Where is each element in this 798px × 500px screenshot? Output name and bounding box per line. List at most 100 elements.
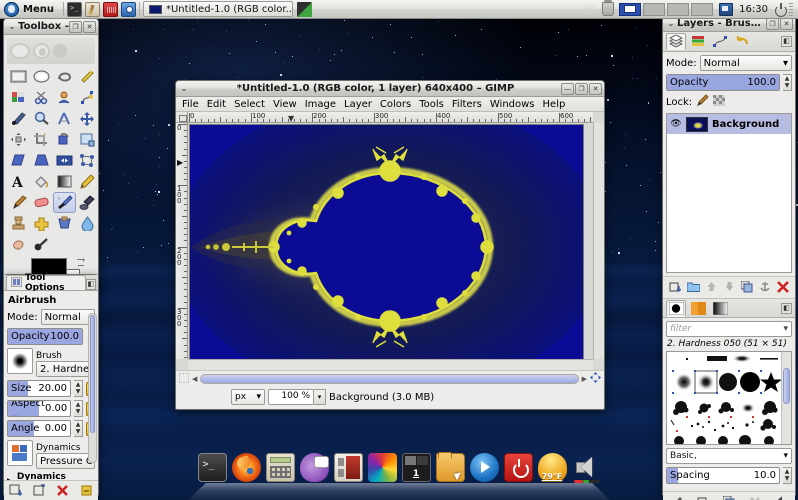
- weather-widget[interactable]: 79°F: [537, 453, 567, 482]
- image-window-menu-arrow-icon[interactable]: ⌄: [178, 84, 190, 93]
- power-icon[interactable]: [774, 2, 787, 17]
- pencil-tool[interactable]: [76, 171, 99, 192]
- panel-grip[interactable]: [789, 2, 793, 16]
- vertical-ruler[interactable]: 0 1 0 0 2 0 0 3 0 0 ▶: [176, 123, 188, 359]
- bucket-fill-tool[interactable]: [30, 171, 53, 192]
- lock-pixels-button[interactable]: [695, 94, 709, 110]
- ruler-origin-button[interactable]: [176, 112, 188, 123]
- perspective-clone-tool[interactable]: [53, 213, 76, 234]
- gimp-tray-icon[interactable]: [296, 1, 312, 17]
- patterns-tab[interactable]: [688, 300, 708, 317]
- brush-tag-select[interactable]: Basic, ▾: [666, 448, 792, 464]
- main-menu-button[interactable]: Menu: [0, 0, 60, 19]
- delete-brush-button[interactable]: [748, 494, 763, 500]
- channels-tab[interactable]: [688, 33, 708, 50]
- right-dock-menu-arrow-icon[interactable]: ⌄: [665, 19, 677, 28]
- calculator-launcher[interactable]: [265, 453, 295, 482]
- brush-preview[interactable]: [7, 348, 33, 374]
- measure-tool[interactable]: [53, 108, 76, 129]
- zoom-tool[interactable]: [30, 108, 53, 129]
- horizontal-ruler[interactable]: 0 100 200 300 400 500 600 ▼: [188, 112, 593, 123]
- menu-view[interactable]: View: [269, 98, 301, 111]
- refresh-brushes-button[interactable]: [774, 494, 789, 500]
- brush-select[interactable]: 2. Hardness (: [36, 361, 95, 377]
- paths-tab[interactable]: [710, 33, 730, 50]
- image-window-titlebar[interactable]: ⌄ *Untitled-1.0 (RGB color, 1 layer) 640…: [176, 81, 604, 97]
- terminal-launcher[interactable]: [197, 453, 227, 482]
- dodge-burn-tool[interactable]: [30, 234, 53, 255]
- brush-filter-input[interactable]: filter ▾: [666, 321, 792, 337]
- rect-select-tool[interactable]: [7, 66, 30, 87]
- smudge-tool[interactable]: [7, 234, 30, 255]
- restore-tool-preset-button[interactable]: [32, 483, 47, 498]
- clone-tool[interactable]: [7, 213, 30, 234]
- ellipse-select-tool[interactable]: [30, 66, 53, 87]
- menu-help[interactable]: Help: [539, 98, 570, 111]
- trash-icon[interactable]: [602, 0, 615, 16]
- tool-options-menu-button[interactable]: ◧: [85, 279, 96, 290]
- swap-colors-button[interactable]: [75, 257, 86, 268]
- airbrush-tool[interactable]: [53, 192, 76, 213]
- gradient-tool[interactable]: [53, 171, 76, 192]
- scroll-left-arrow-icon[interactable]: ◀: [192, 375, 197, 383]
- flip-tool[interactable]: [53, 150, 76, 171]
- blur-sharpen-tool[interactable]: [76, 213, 99, 234]
- dynamics-select[interactable]: Pressure Opa: [36, 453, 95, 469]
- dynamics-options-expander[interactable]: ▶ Dynamics Options ▼: [7, 472, 95, 480]
- layers-menu-button[interactable]: ◧: [781, 36, 792, 47]
- delete-layer-button[interactable]: [776, 279, 791, 294]
- zoom-chevron-down-icon[interactable]: ▾: [314, 389, 326, 405]
- menu-edit[interactable]: Edit: [203, 98, 230, 111]
- menu-layer[interactable]: Layer: [340, 98, 376, 111]
- workspace-2-button[interactable]: [643, 2, 666, 16]
- workspace-3-button[interactable]: [667, 2, 690, 16]
- angle-spinner[interactable]: ▲ ▼: [74, 420, 83, 437]
- volume-widget[interactable]: [572, 453, 601, 483]
- new-brush-button[interactable]: [695, 494, 710, 500]
- save-tool-preset-button[interactable]: [8, 483, 23, 498]
- workspace-switcher[interactable]: 1: [401, 453, 431, 482]
- new-layer-group-button[interactable]: [686, 279, 701, 294]
- gimp-launcher[interactable]: [367, 453, 397, 482]
- aspect-spinner[interactable]: ▲ ▼: [74, 400, 83, 417]
- brushes-menu-button[interactable]: ◧: [781, 302, 792, 314]
- scale-tool[interactable]: [76, 129, 99, 150]
- taskbar-window-button[interactable]: *Untitled-1.0 (RGB color...: [142, 1, 293, 17]
- lock-alpha-button[interactable]: [712, 94, 726, 110]
- menu-colors[interactable]: Colors: [376, 98, 415, 111]
- pidgin-launcher[interactable]: [299, 453, 329, 482]
- gimp-icon[interactable]: [84, 1, 100, 17]
- foreground-select-tool[interactable]: [53, 87, 76, 108]
- reset-tool-options-button[interactable]: [79, 483, 94, 498]
- undo-history-tab[interactable]: [732, 33, 752, 50]
- shutdown-launcher[interactable]: [503, 453, 533, 482]
- table-row[interactable]: 👁 Background: [667, 114, 791, 134]
- menu-windows[interactable]: Windows: [486, 98, 539, 111]
- eraser-tool[interactable]: [30, 192, 53, 213]
- right-dock-maximize-button[interactable]: ❐: [766, 17, 779, 30]
- quickmask-toggle-button[interactable]: [178, 372, 190, 386]
- package-manager-icon[interactable]: [102, 1, 118, 17]
- file-manager-launcher[interactable]: [435, 452, 465, 482]
- navigation-button[interactable]: [590, 372, 601, 386]
- shear-tool[interactable]: [7, 150, 30, 171]
- free-select-tool[interactable]: [53, 66, 76, 87]
- ink-tool[interactable]: [76, 192, 99, 213]
- duplicate-brush-button[interactable]: [721, 494, 736, 500]
- brush-grid[interactable]: [666, 351, 792, 445]
- image-maximize-button[interactable]: ❐: [575, 82, 588, 95]
- spacing-slider[interactable]: Spacing 10.0: [666, 467, 780, 484]
- tab-tool-options[interactable]: Tool Options: [6, 273, 86, 293]
- scroll-down-arrow-icon[interactable]: ▼: [90, 479, 95, 481]
- image-close-button[interactable]: ✕: [589, 82, 602, 95]
- image-canvas[interactable]: [189, 124, 584, 369]
- display-icon[interactable]: [719, 2, 734, 16]
- lower-layer-button[interactable]: [722, 279, 737, 294]
- zoom-input[interactable]: 100 %: [268, 389, 314, 405]
- right-dock-close-button[interactable]: ✕: [780, 17, 793, 30]
- toolbox-menu-arrow-icon[interactable]: ⌄: [6, 22, 18, 31]
- spacing-spinner[interactable]: ▲ ▼: [783, 467, 792, 484]
- image-minimize-button[interactable]: —: [561, 82, 574, 95]
- brush-grid-scrollbar[interactable]: [781, 352, 791, 444]
- menu-select[interactable]: Select: [230, 98, 269, 111]
